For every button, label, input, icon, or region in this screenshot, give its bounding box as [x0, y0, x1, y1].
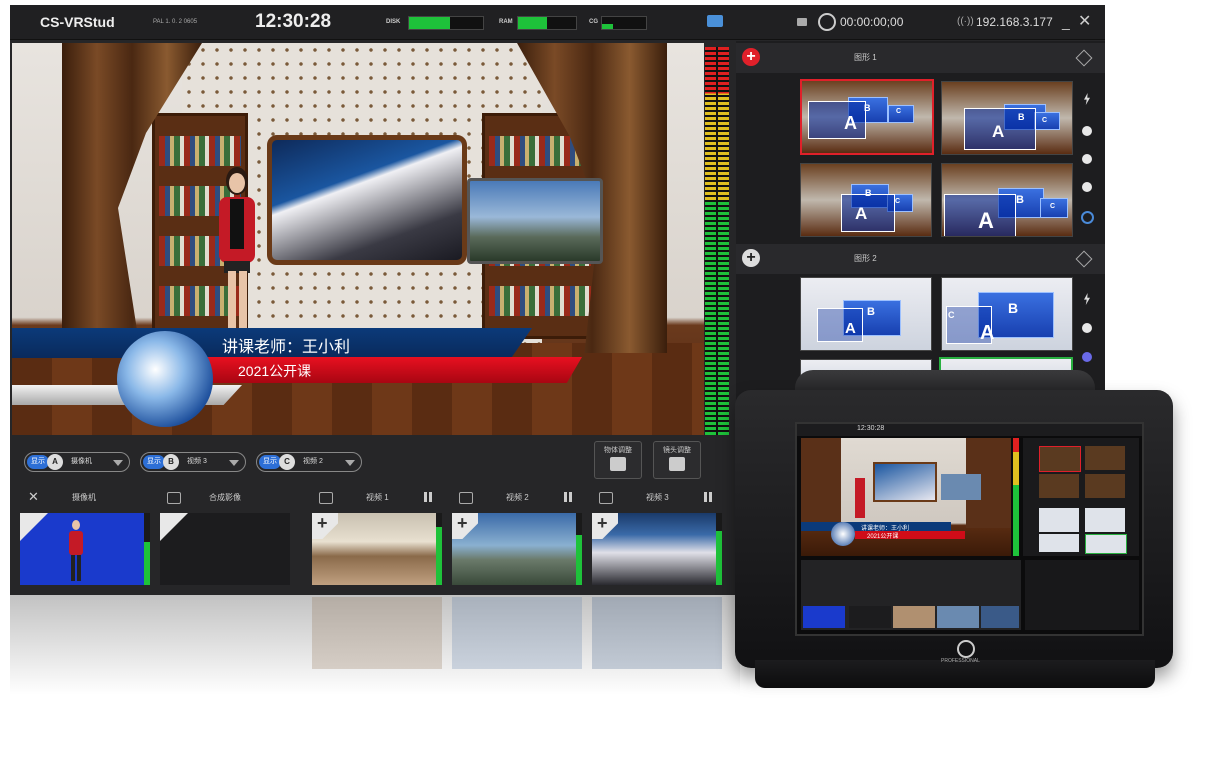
monitor-icon: [160, 513, 188, 541]
video-format: PAL 1. 0. 2 0605: [153, 19, 198, 25]
source-thumb-camera[interactable]: [20, 513, 150, 585]
video-icon-1: [319, 492, 333, 504]
add-icon: +: [592, 513, 618, 539]
minimize-icon[interactable]: _: [1062, 5, 1070, 39]
source-header-video3: 视频 3: [646, 493, 669, 502]
source-thumb-video2[interactable]: +: [452, 513, 582, 585]
monitor-icon: [167, 492, 181, 504]
layers-icon-2[interactable]: [1075, 250, 1093, 268]
preset-dot-2[interactable]: [1082, 154, 1092, 164]
system-clock: 12:30:28: [255, 11, 332, 32]
close-source-icon[interactable]: ✕: [28, 489, 39, 505]
device-screen: 12:30:28 讲课老师：王小利 2021公开课: [795, 422, 1144, 636]
presenter-figure: [219, 167, 255, 331]
source-thumb-composite[interactable]: [160, 513, 290, 585]
take-lightning-icon-1[interactable]: [1084, 93, 1090, 105]
top-bar: CS-VRStud PAL 1. 0. 2 0605 12:30:28 DISK…: [10, 5, 1105, 40]
media-icon[interactable]: [797, 18, 807, 26]
program-preview: 讲课老师：王小利 2021公开课: [12, 43, 704, 435]
source-select-c[interactable]: 显示 C 视频 2: [256, 452, 362, 472]
loop-icon[interactable]: [1081, 211, 1094, 224]
cg-label: CG: [589, 19, 598, 25]
level-bar-video2: [576, 513, 582, 585]
graphic-preset-1-4[interactable]: A B C: [941, 163, 1073, 237]
pause-icon-3[interactable]: [704, 492, 712, 502]
add-icon: +: [452, 513, 478, 539]
graphics-group-1-title: 图形 1: [854, 53, 877, 62]
take-lightning-icon-2[interactable]: [1084, 293, 1090, 305]
ram-label: RAM: [499, 19, 513, 25]
chevron-down-icon: [345, 460, 355, 466]
chevron-down-icon: [229, 460, 239, 466]
source-header-video1: 视频 1: [366, 493, 389, 502]
record-timecode: 00:00:00;00: [840, 15, 904, 29]
lower-third-name: 讲课老师：王小利: [222, 339, 351, 356]
preset-dot-4[interactable]: [1082, 323, 1092, 333]
portable-device-image: 12:30:28 讲课老师：王小利 2021公开课 PROFESSIONAL: [735, 370, 1175, 700]
close-icon[interactable]: ✕: [1078, 5, 1091, 39]
level-bar-camera: [144, 513, 150, 585]
device-logo-icon: [957, 640, 975, 658]
chevron-down-icon: [113, 460, 123, 466]
disk-label: DISK: [386, 19, 401, 25]
graphic-preset-1-1[interactable]: A B C: [800, 79, 934, 155]
level-bar-video3: [716, 513, 722, 585]
add-graphic-button-1[interactable]: +: [742, 48, 760, 66]
add-graphic-button-2[interactable]: +: [742, 249, 760, 267]
add-icon: +: [312, 513, 338, 539]
source-thumb-video1[interactable]: +: [312, 513, 442, 585]
lower-third-globe: [117, 331, 213, 427]
device-brand: PROFESSIONAL: [941, 658, 980, 664]
graphic-preset-2-2[interactable]: A B C: [941, 277, 1073, 351]
ip-address: 192.168.3.177: [976, 15, 1053, 29]
preset-dot-3[interactable]: [1082, 182, 1092, 192]
source-header-video2: 视频 2: [506, 493, 529, 502]
inset-video-classroom: [267, 135, 467, 265]
snapshot-camera-icon[interactable]: [707, 15, 723, 27]
cg-meter: [601, 16, 647, 30]
camera-adjust-button[interactable]: 镜头调整: [653, 441, 701, 479]
graphic-preset-1-2[interactable]: A B C: [941, 81, 1073, 155]
ram-meter: [517, 16, 577, 30]
graphic-preset-1-3[interactable]: A B C: [800, 163, 932, 237]
audio-vu-meter: [705, 47, 729, 435]
video-icon-3: [599, 492, 613, 504]
source-select-b[interactable]: 显示 B 视频 3: [140, 452, 246, 472]
device-lower-third-title: 2021公开课: [867, 534, 899, 540]
source-header-composite: 合成影像: [209, 493, 241, 502]
preset-dot-5[interactable]: [1082, 352, 1092, 362]
record-icon[interactable]: [818, 13, 836, 31]
disk-meter: [408, 16, 484, 30]
person-icon: [20, 513, 48, 541]
preset-dot-1[interactable]: [1082, 126, 1092, 136]
source-thumb-video3[interactable]: +: [592, 513, 722, 585]
person-adjust-icon: [610, 457, 626, 471]
device-base: [755, 660, 1155, 688]
graphics-group-2-title: 图形 2: [854, 254, 877, 263]
graphic-preset-2-1[interactable]: A B: [800, 277, 932, 351]
app-title: CS-VRStud: [40, 14, 115, 30]
source-select-a[interactable]: 显示 A 摄像机: [24, 452, 130, 472]
source-header-camera: 摄像机: [72, 493, 96, 502]
network-icon: ((·)): [957, 16, 974, 27]
pause-icon-1[interactable]: [424, 492, 432, 502]
window-reflection: [10, 595, 740, 695]
lower-third-title: 2021公开课: [238, 363, 312, 379]
object-adjust-button[interactable]: 物体调整: [594, 441, 642, 479]
graphics-group-2-header: + 图形 2: [736, 244, 1105, 274]
pause-icon-2[interactable]: [564, 492, 572, 502]
layers-icon-1[interactable]: [1075, 49, 1093, 67]
device-clock: 12:30:28: [857, 425, 885, 432]
video-icon-2: [459, 492, 473, 504]
inset-video-city: [467, 178, 603, 264]
graphics-group-1-header: + 图形 1: [736, 43, 1105, 73]
camera-adjust-icon: [669, 457, 685, 471]
level-bar-video1: [436, 513, 442, 585]
